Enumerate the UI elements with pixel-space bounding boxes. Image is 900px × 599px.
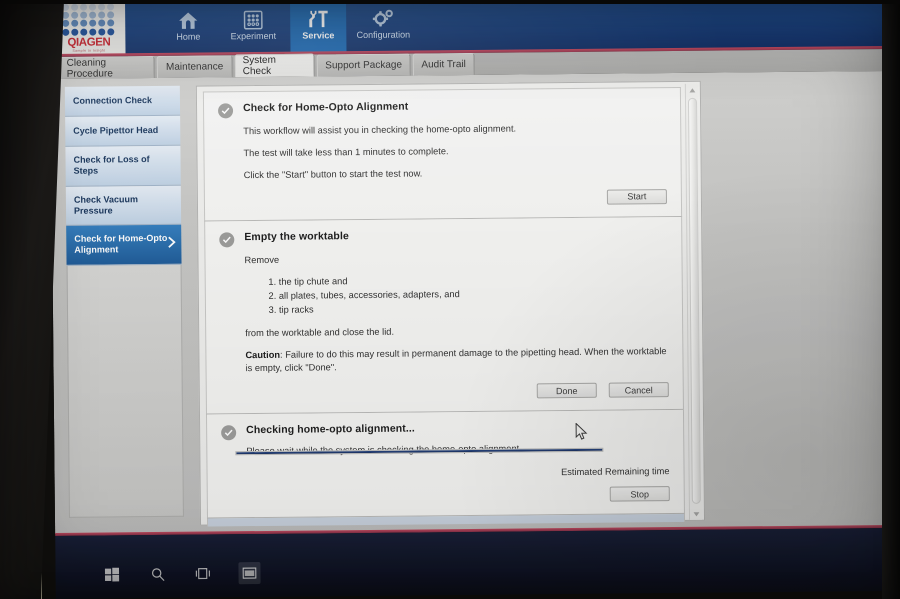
sidebar-item-check-for-home-opto-alignment[interactable]: Check for Home-Opto Alignment	[66, 224, 182, 266]
section-title: Check for Home-Opto Alignment	[242, 100, 409, 115]
caution-text: Caution: Failure to do this may result i…	[245, 345, 668, 377]
tab-cleaning-procedure[interactable]: Cleaning Procedure	[58, 55, 155, 80]
remove-intro: Remove	[244, 254, 280, 265]
check-circle-icon	[218, 103, 234, 119]
tab-audit-trail[interactable]: Audit Trail	[412, 52, 475, 76]
sidebar-item-label: Check for Loss of Steps	[73, 154, 150, 177]
brand-name: QIAGEN	[67, 35, 111, 49]
tab-label: Support Package	[325, 59, 403, 72]
nav-label-home: Home	[176, 31, 201, 42]
section-header: Empty the worktable	[219, 227, 667, 248]
scroll-up-arrow[interactable]	[686, 84, 699, 96]
start-button[interactable]: Start	[606, 188, 667, 205]
sidebar: Connection Check Cycle Pipettor Head Che…	[64, 85, 184, 518]
app-window-icon[interactable]	[238, 562, 261, 585]
section-header: Check for Home-Opto Alignment	[218, 98, 666, 119]
nav-label-configuration: Configuration	[356, 29, 411, 41]
chevron-right-icon	[167, 236, 176, 251]
content-panel: Check for Home-Opto Alignment This workf…	[195, 80, 706, 527]
grid-dots-icon	[243, 10, 263, 30]
nav-label-experiment: Experiment	[230, 30, 277, 42]
monitor-bezel-top	[0, 0, 900, 4]
sidebar-item-label: Cycle Pipettor Head	[73, 124, 159, 136]
wrench-screwdriver-icon	[309, 10, 328, 28]
search-icon[interactable]	[146, 563, 168, 585]
qiagen-dots-logo-icon	[62, 3, 115, 36]
section-body: Remove the tip chute and all plates, tub…	[244, 250, 668, 377]
section-list: Check for Home-Opto Alignment This workf…	[202, 86, 686, 527]
section-line: The test will take less than 1 minutes t…	[243, 146, 449, 159]
windows-taskbar	[55, 527, 900, 599]
sidebar-item-check-for-loss-of-steps[interactable]: Check for Loss of Steps	[65, 145, 181, 187]
section-body: This workflow will assist you in checkin…	[243, 121, 667, 183]
cancel-button[interactable]: Cancel	[608, 382, 669, 399]
tab-support-package[interactable]: Support Package	[316, 53, 411, 77]
scroll-down-arrow[interactable]	[690, 508, 703, 520]
tab-label: Maintenance	[165, 61, 224, 73]
windows-start-icon[interactable]	[100, 563, 122, 585]
photo-scene: QIAGEN Sample to Insight Home Experiment…	[0, 0, 900, 599]
nav-label-service: Service	[302, 30, 335, 41]
content-scroll-area: Check for Home-Opto Alignment This workf…	[197, 82, 706, 527]
sidebar-item-label: Check Vacuum Pressure	[73, 193, 138, 216]
check-circle-icon	[221, 425, 237, 441]
tab-label: Cleaning Procedure	[66, 56, 113, 80]
gears-icon	[372, 9, 393, 27]
nav-item-service[interactable]: Service	[289, 0, 347, 53]
caution-label: Caution	[245, 349, 281, 360]
section-title: Checking home-opto alignment...	[246, 422, 415, 437]
nav-items: Home Experiment Service Configuration	[160, 0, 421, 54]
section-check-for-home-opto-alignment: Check for Home-Opto Alignment This workf…	[202, 86, 683, 222]
section-title: Empty the worktable	[244, 229, 349, 243]
monitor-screen: QIAGEN Sample to Insight Home Experiment…	[50, 0, 900, 599]
monitor-bezel-right	[882, 0, 900, 599]
tab-maintenance[interactable]: Maintenance	[156, 55, 233, 78]
check-circle-icon	[219, 232, 235, 248]
after-list-text: from the worktable and close the lid.	[245, 326, 395, 338]
taskbar-icons	[100, 562, 261, 586]
tab-label: Audit Trail	[421, 59, 466, 71]
sidebar-item-cycle-pipettor-head[interactable]: Cycle Pipettor Head	[65, 115, 181, 147]
section-checking-home-opto-alignment: Checking home-opto alignment... Please w…	[205, 410, 685, 519]
section-header: Task finished	[222, 524, 670, 526]
nav-item-experiment[interactable]: Experiment	[216, 0, 291, 53]
section-empty-the-worktable: Empty the worktable Remove the tip chute…	[204, 216, 684, 415]
section-button-row: Start	[219, 188, 667, 208]
stop-button[interactable]: Stop	[609, 486, 670, 503]
caution-body: : Failure to do this may result in perma…	[245, 345, 667, 374]
section-line: Click the "Start" button to start the te…	[243, 168, 423, 181]
sidebar-filler	[66, 264, 184, 518]
sidebar-item-label: Connection Check	[72, 94, 153, 106]
section-header: Checking home-opto alignment...	[221, 420, 669, 441]
section-button-row: Done Cancel	[221, 382, 669, 401]
tab-label: System Check	[242, 54, 276, 78]
sidebar-item-label: Check for Home-Opto Alignment	[74, 232, 168, 256]
sidebar-item-connection-check[interactable]: Connection Check	[64, 85, 181, 117]
home-icon	[179, 12, 198, 29]
tab-system-check[interactable]: System Check	[234, 53, 315, 78]
done-button[interactable]: Done	[536, 383, 597, 399]
nav-item-home[interactable]: Home	[160, 0, 217, 54]
section-line: This workflow will assist you in checkin…	[243, 123, 517, 137]
application-body: Connection Check Cycle Pipettor Head Che…	[50, 70, 900, 534]
estimated-remaining-time-label: Estimated Remaining time	[560, 466, 670, 478]
nav-item-configuration[interactable]: Configuration	[346, 0, 421, 52]
task-view-icon[interactable]	[192, 562, 214, 584]
remove-list: the tip chute and all plates, tubes, acc…	[279, 272, 668, 318]
brand-tagline: Sample to Insight	[72, 48, 106, 53]
section-button-row: Stop	[222, 486, 670, 505]
sidebar-item-check-vacuum-pressure[interactable]: Check Vacuum Pressure	[65, 185, 182, 226]
